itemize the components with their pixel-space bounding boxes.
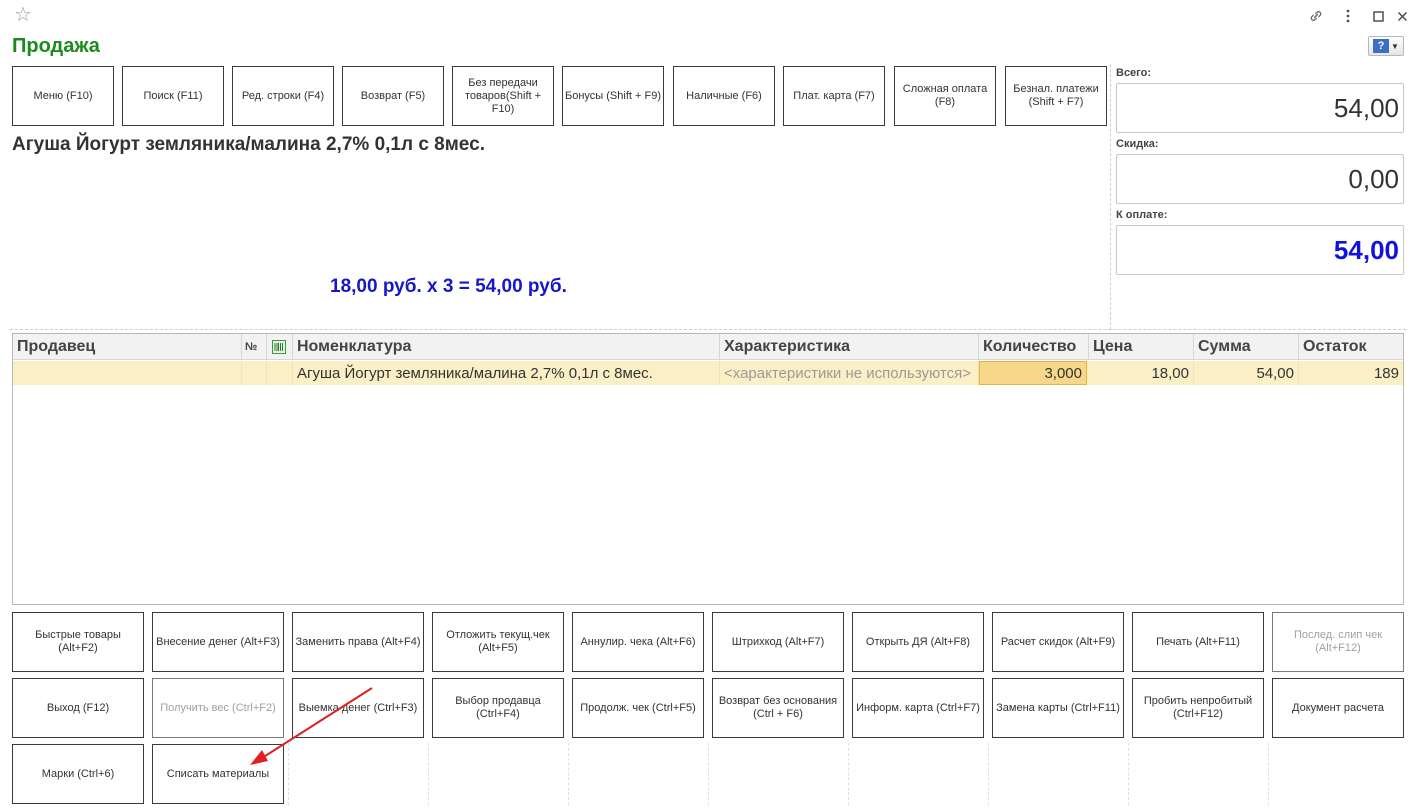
- write-off-materials-button[interactable]: Списать материалы: [152, 744, 284, 804]
- chevron-down-icon: ▼: [1391, 41, 1399, 51]
- cash-button[interactable]: Наличные (F6): [673, 66, 775, 126]
- to-pay-value: 54,00: [1116, 225, 1404, 275]
- cancel-receipt-button[interactable]: Аннулир. чека (Alt+F6): [572, 612, 704, 672]
- edit-line-button[interactable]: Ред. строки (F4): [232, 66, 334, 126]
- table-row[interactable]: Агуша Йогурт земляника/малина 2,7% 0,1л …: [13, 361, 1403, 385]
- change-rights-button[interactable]: Заменить права (Alt+F4): [292, 612, 424, 672]
- empty-slot-divider: [288, 743, 289, 805]
- page-title: Продажа: [12, 35, 100, 57]
- maximize-icon[interactable]: [1368, 6, 1388, 26]
- quick-goods-button[interactable]: Быстрые товары (Alt+F2): [12, 612, 144, 672]
- item-cell[interactable]: Агуша Йогурт земляника/малина 2,7% 0,1л …: [293, 361, 720, 385]
- column-header-stock[interactable]: Остаток: [1299, 334, 1403, 360]
- barcode-button[interactable]: Штрихкод (Alt+F7): [712, 612, 844, 672]
- empty-slot-divider: [848, 743, 849, 805]
- help-button[interactable]: ? ▼: [1368, 36, 1404, 56]
- panel-divider: [1110, 64, 1111, 330]
- info-card-button[interactable]: Информ. карта (Ctrl+F7): [852, 678, 984, 738]
- postpone-receipt-button[interactable]: Отложить текущ.чек (Alt+F5): [432, 612, 564, 672]
- cash-in-button[interactable]: Внесение денег (Alt+F3): [152, 612, 284, 672]
- column-header-sum[interactable]: Сумма: [1194, 334, 1299, 360]
- cashless-payments-button[interactable]: Безнал. платежи (Shift + F7): [1005, 66, 1107, 126]
- last-slip-button[interactable]: Послед. слип чек (Alt+F12): [1272, 612, 1404, 672]
- stock-cell[interactable]: 189: [1299, 361, 1403, 385]
- close-icon[interactable]: [1392, 6, 1412, 26]
- search-button[interactable]: Поиск (F11): [122, 66, 224, 126]
- total-label: Всего:: [1116, 67, 1151, 79]
- replace-card-button[interactable]: Замена карты (Ctrl+F11): [992, 678, 1124, 738]
- no-transfer-button[interactable]: Без передачи товаров(Shift + F10): [452, 66, 554, 126]
- quantity-cell[interactable]: 3,000: [979, 361, 1087, 385]
- seller-cell[interactable]: [13, 361, 242, 385]
- column-header-mark[interactable]: [267, 334, 293, 360]
- card-payment-button[interactable]: Плат. карта (F7): [783, 66, 885, 126]
- number-cell[interactable]: [242, 361, 267, 385]
- get-weight-button[interactable]: Получить вес (Ctrl+F2): [152, 678, 284, 738]
- empty-slot-divider: [1128, 743, 1129, 805]
- favorite-star-icon[interactable]: ☆: [14, 5, 32, 25]
- continue-receipt-button[interactable]: Продолж. чек (Ctrl+F5): [572, 678, 704, 738]
- menu-button[interactable]: Меню (F10): [12, 66, 114, 126]
- column-header-characteristic[interactable]: Характеристика: [720, 334, 979, 360]
- exit-button[interactable]: Выход (F12): [12, 678, 144, 738]
- select-seller-button[interactable]: Выбор продавца (Ctrl+F4): [432, 678, 564, 738]
- return-without-basis-button[interactable]: Возврат без основания (Ctrl + F6): [712, 678, 844, 738]
- empty-slot-divider: [708, 743, 709, 805]
- current-item-calculation: 18,00 руб. x 3 = 54,00 руб.: [330, 276, 567, 297]
- return-button[interactable]: Возврат (F5): [342, 66, 444, 126]
- punch-unpunched-button[interactable]: Пробить непробитый (Ctrl+F12): [1132, 678, 1264, 738]
- current-item-name: Агуша Йогурт земляника/малина 2,7% 0,1л …: [12, 134, 485, 155]
- empty-slot-divider: [988, 743, 989, 805]
- open-drawer-button[interactable]: Открыть ДЯ (Alt+F8): [852, 612, 984, 672]
- barcode-icon: [272, 339, 286, 354]
- column-header-item[interactable]: Номенклатура: [293, 334, 720, 360]
- payment-document-button[interactable]: Документ расчета: [1272, 678, 1404, 738]
- discount-label: Скидка:: [1116, 138, 1159, 150]
- help-icon: ?: [1373, 39, 1390, 53]
- marks-button[interactable]: Марки (Ctrl+6): [12, 744, 144, 804]
- calc-discounts-button[interactable]: Расчет скидок (Alt+F9): [992, 612, 1124, 672]
- complex-payment-button[interactable]: Сложная оплата (F8): [894, 66, 996, 126]
- characteristic-cell[interactable]: <характеристики не используются>: [720, 361, 979, 385]
- column-header-quantity[interactable]: Количество: [979, 334, 1089, 360]
- more-menu-icon[interactable]: [1338, 6, 1358, 26]
- empty-slot-divider: [568, 743, 569, 805]
- discount-value: 0,00: [1116, 154, 1404, 204]
- bonuses-button[interactable]: Бонусы (Shift + F9): [562, 66, 664, 126]
- section-divider: [10, 329, 1406, 330]
- empty-slot-divider: [1268, 743, 1269, 805]
- to-pay-label: К оплате:: [1116, 209, 1168, 221]
- column-header-number[interactable]: №: [242, 334, 267, 360]
- cash-out-button[interactable]: Выемка денег (Ctrl+F3): [292, 678, 424, 738]
- link-icon[interactable]: [1306, 6, 1326, 26]
- empty-slot-divider: [428, 743, 429, 805]
- column-header-seller[interactable]: Продавец: [13, 334, 242, 360]
- receipt-table[interactable]: Продавец № Номенклатура Характеристика К…: [12, 333, 1404, 605]
- column-header-price[interactable]: Цена: [1089, 334, 1194, 360]
- sum-cell[interactable]: 54,00: [1194, 361, 1299, 385]
- mark-cell[interactable]: [267, 361, 293, 385]
- total-value: 54,00: [1116, 83, 1404, 133]
- price-cell[interactable]: 18,00: [1089, 361, 1194, 385]
- print-button[interactable]: Печать (Alt+F11): [1132, 612, 1264, 672]
